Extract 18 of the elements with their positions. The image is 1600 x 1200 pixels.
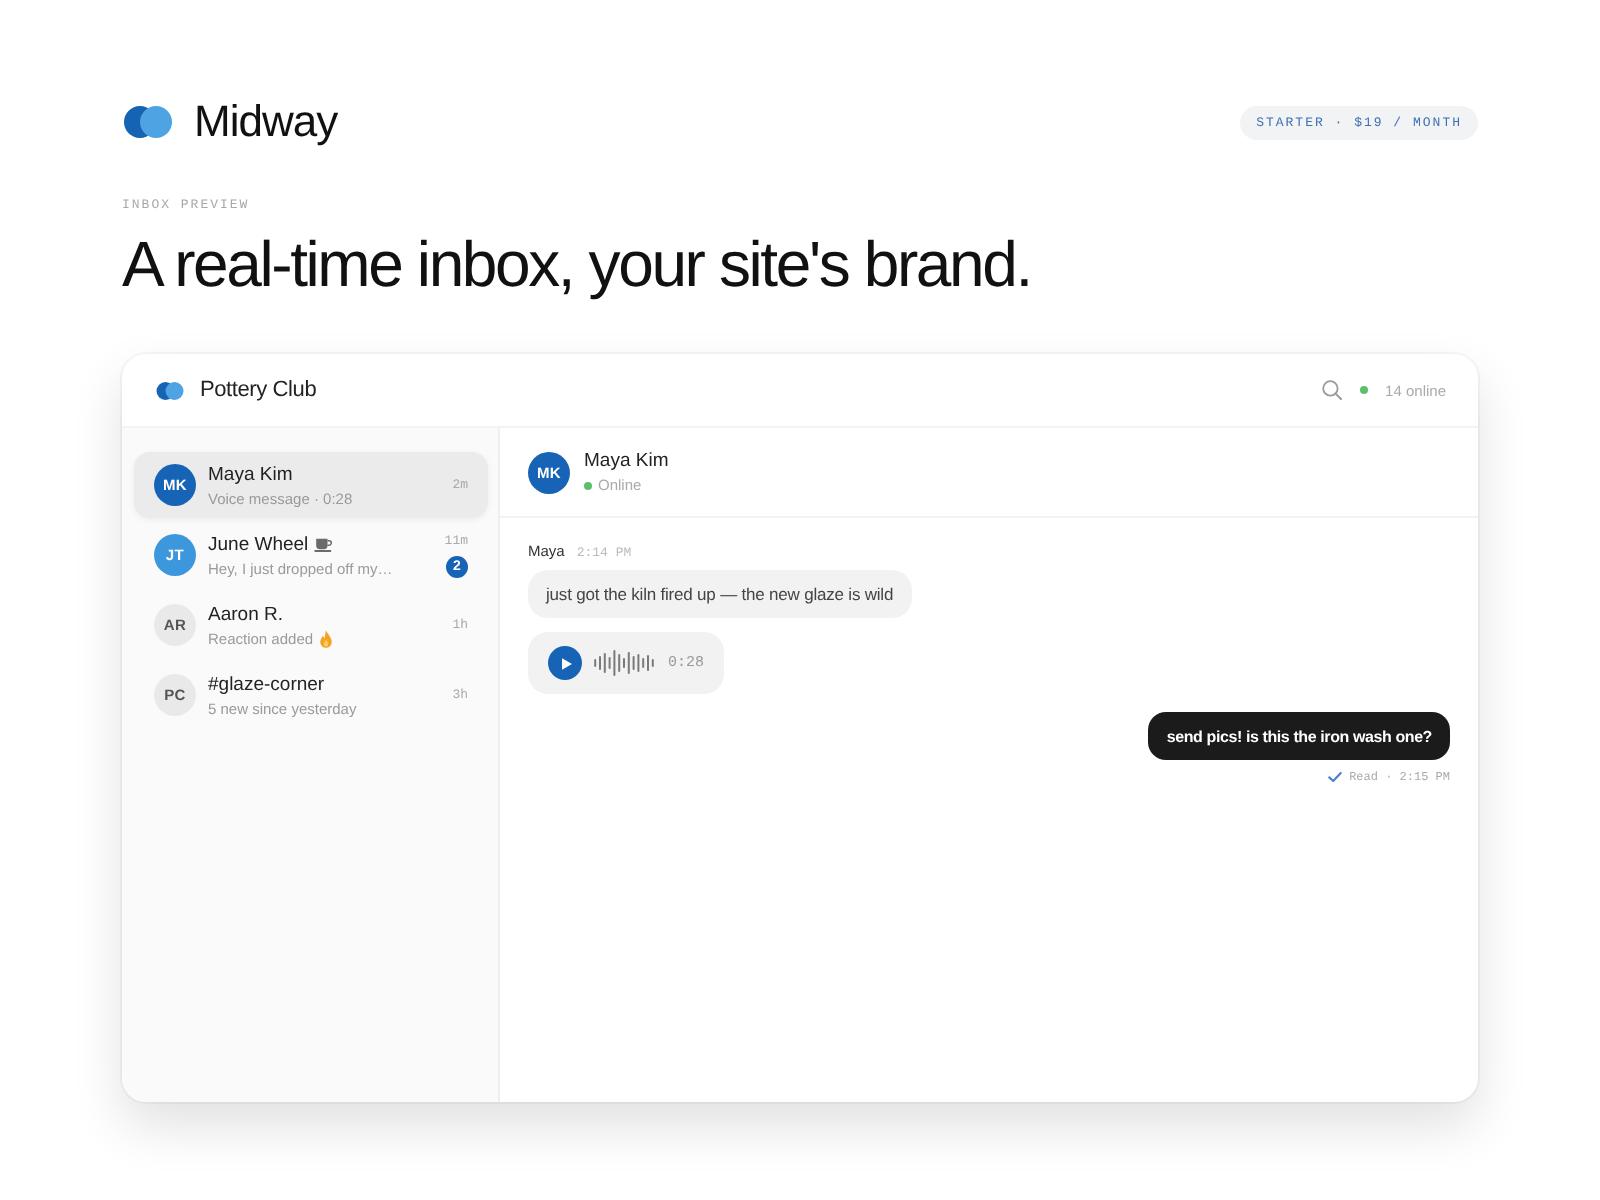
check-icon — [1327, 772, 1342, 782]
online-dot-icon — [1359, 386, 1368, 394]
contact-name: Maya Kim — [584, 450, 669, 472]
message-bubble: just got the kiln fired up — the new glaze is wild — [528, 570, 912, 618]
logo-icon — [156, 381, 184, 399]
search-icon[interactable] — [1321, 380, 1342, 400]
play-icon — [561, 657, 571, 669]
sent-message-bubble: send pics! is this the iron wash one? — [1148, 712, 1450, 760]
conversation-name: Maya Kim — [208, 463, 293, 485]
conversation-name: #glaze-corner — [208, 673, 325, 695]
conversation-name: Aaron R. — [208, 603, 283, 625]
brand-name: Midway — [194, 98, 338, 146]
logo-icon — [124, 106, 172, 138]
page-heading: A real-time inbox, your site's brand. — [122, 232, 1031, 296]
conversation-name: June Wheel — [208, 533, 309, 555]
waveform-icon — [594, 650, 654, 676]
play-button[interactable] — [548, 646, 582, 680]
inbox-title: Pottery Club — [200, 378, 317, 402]
